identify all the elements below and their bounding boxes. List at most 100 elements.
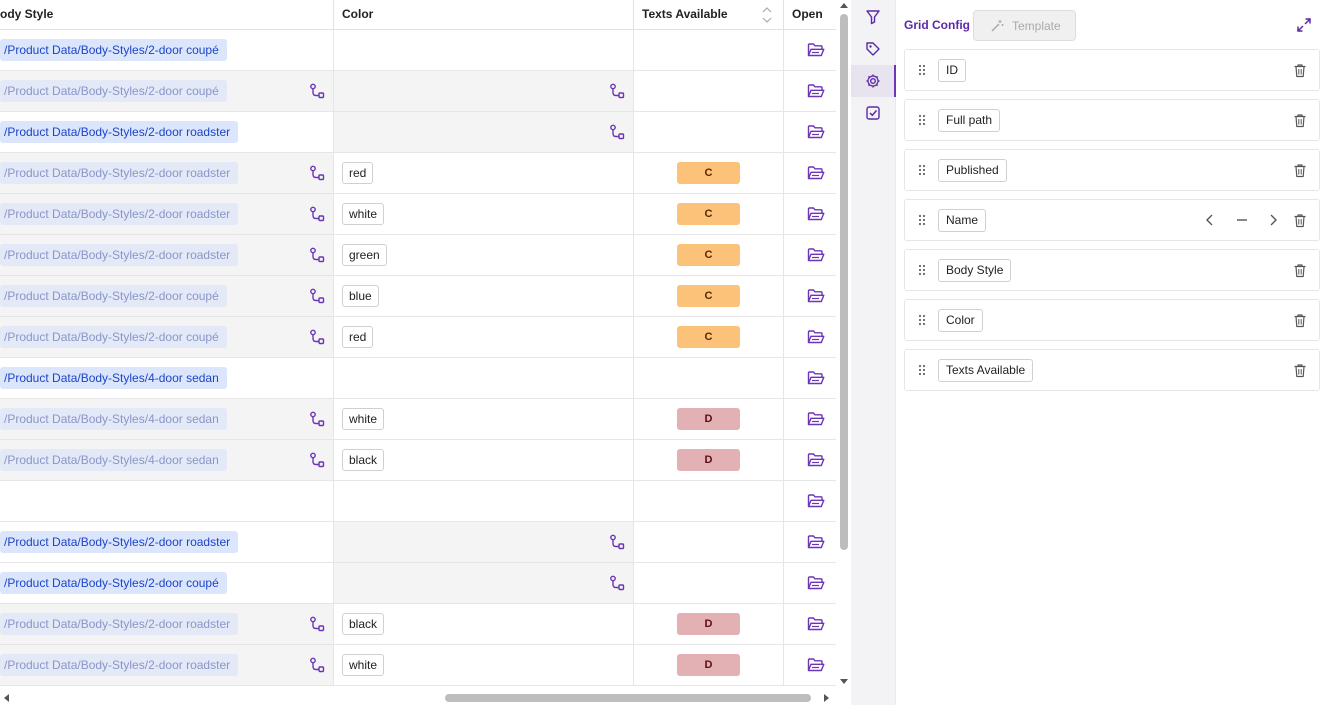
drag-handle-icon[interactable] [918,64,926,76]
body-style-cell[interactable]: /Product Data/Body-Styles/2-door coupé [0,30,334,70]
config-field-row[interactable]: Color [904,299,1320,341]
color-cell[interactable]: white [334,399,634,439]
texts-available-cell[interactable] [634,563,784,603]
body-style-path-tag[interactable]: /Product Data/Body-Styles/2-door roadste… [0,244,239,266]
body-style-path-tag[interactable]: /Product Data/Body-Styles/2-door coupé [0,326,227,348]
folder-open-icon[interactable] [807,42,825,58]
config-field-row[interactable]: Texts Available [904,349,1320,391]
color-cell[interactable] [334,358,634,398]
body-style-path-tag[interactable]: /Product Data/Body-Styles/4-door sedan [0,367,227,389]
folder-open-icon[interactable] [807,411,825,427]
config-field-row[interactable]: ID [904,49,1320,91]
config-field-row[interactable]: Name [904,199,1320,241]
scroll-right-arrow-icon[interactable] [824,694,829,702]
color-cell[interactable] [334,563,634,603]
color-cell[interactable] [334,71,634,111]
body-style-path-tag[interactable]: /Product Data/Body-Styles/4-door sedan [0,449,227,471]
table-row[interactable]: /Product Data/Body-Styles/4-door sedan [0,358,836,399]
tag-button[interactable] [851,33,896,65]
table-row[interactable]: /Product Data/Body-Styles/2-door coupé [0,563,836,604]
table-row[interactable]: /Product Data/Body-Styles/2-door coupé bl… [0,276,836,317]
texts-available-cell[interactable]: D [634,604,784,644]
table-row[interactable]: /Product Data/Body-Styles/2-door roadste… [0,153,836,194]
table-row[interactable]: /Product Data/Body-Styles/2-door coupé [0,71,836,112]
texts-available-cell[interactable]: D [634,645,784,685]
color-cell[interactable]: red [334,153,634,193]
table-row[interactable]: /Product Data/Body-Styles/2-door roadste… [0,604,836,645]
column-header-body-style[interactable]: ody Style [0,0,334,30]
trash-icon[interactable] [1293,63,1307,78]
body-style-cell[interactable]: /Product Data/Body-Styles/2-door roadste… [0,645,334,685]
texts-available-cell[interactable] [634,112,784,152]
body-style-cell[interactable]: /Product Data/Body-Styles/2-door coupé [0,317,334,357]
table-row[interactable]: /Product Data/Body-Styles/2-door roadste… [0,194,836,235]
table-row[interactable]: /Product Data/Body-Styles/2-door roadste… [0,235,836,276]
folder-open-icon[interactable] [807,288,825,304]
drag-handle-icon[interactable] [918,314,926,326]
chevron-left-icon[interactable] [1204,214,1216,226]
trash-icon[interactable] [1293,263,1307,278]
color-cell[interactable]: black [334,604,634,644]
body-style-cell[interactable]: /Product Data/Body-Styles/2-door coupé [0,563,334,603]
body-style-cell[interactable]: /Product Data/Body-Styles/2-door roadste… [0,112,334,152]
trash-icon[interactable] [1293,313,1307,328]
texts-available-cell[interactable] [634,30,784,70]
color-cell[interactable] [334,30,634,70]
minus-icon[interactable] [1236,214,1248,226]
body-style-path-tag[interactable]: /Product Data/Body-Styles/2-door coupé [0,80,227,102]
table-row[interactable]: /Product Data/Body-Styles/4-door sedan bl… [0,440,836,481]
column-header-color[interactable]: Color [334,0,634,30]
column-header-texts-available[interactable]: Texts Available [634,0,784,30]
texts-available-cell[interactable]: C [634,317,784,357]
body-style-path-tag[interactable]: /Product Data/Body-Styles/2-door roadste… [0,654,239,676]
body-style-cell[interactable]: /Product Data/Body-Styles/4-door sedan [0,358,334,398]
body-style-cell[interactable]: /Product Data/Body-Styles/4-door sedan [0,440,334,480]
color-cell[interactable] [334,112,634,152]
color-cell[interactable]: black [334,440,634,480]
filter-button[interactable] [851,1,896,33]
body-style-path-tag[interactable]: /Product Data/Body-Styles/4-door sedan [0,408,227,430]
trash-icon[interactable] [1293,113,1307,128]
body-style-cell[interactable] [0,481,334,521]
texts-available-cell[interactable]: C [634,194,784,234]
texts-available-cell[interactable]: C [634,235,784,275]
drag-handle-icon[interactable] [918,364,926,376]
drag-handle-icon[interactable] [918,114,926,126]
body-style-path-tag[interactable]: /Product Data/Body-Styles/2-door roadste… [0,162,239,184]
color-cell[interactable]: blue [334,276,634,316]
column-header-open[interactable]: Open [784,0,836,30]
color-cell[interactable]: white [334,645,634,685]
body-style-path-tag[interactable]: /Product Data/Body-Styles/2-door coupé [0,572,227,594]
color-cell[interactable]: red [334,317,634,357]
config-field-row[interactable]: Published [904,149,1320,191]
drag-handle-icon[interactable] [918,164,926,176]
body-style-cell[interactable]: /Product Data/Body-Styles/2-door coupé [0,71,334,111]
trash-icon[interactable] [1293,213,1307,228]
texts-available-cell[interactable]: C [634,153,784,193]
folder-open-icon[interactable] [807,329,825,345]
body-style-cell[interactable]: /Product Data/Body-Styles/4-door sedan [0,399,334,439]
color-cell[interactable]: green [334,235,634,275]
texts-available-cell[interactable] [634,481,784,521]
body-style-path-tag[interactable]: /Product Data/Body-Styles/2-door coupé [0,285,227,307]
table-row[interactable]: /Product Data/Body-Styles/2-door roadste… [0,522,836,563]
chevron-right-icon[interactable] [1267,214,1279,226]
horizontal-scrollbar[interactable] [0,690,836,705]
trash-icon[interactable] [1293,163,1307,178]
expand-icon[interactable] [1296,17,1312,33]
body-style-path-tag[interactable]: /Product Data/Body-Styles/2-door roadste… [0,531,239,553]
horizontal-scroll-thumb[interactable] [445,694,811,702]
texts-available-cell[interactable]: D [634,399,784,439]
color-cell[interactable] [334,481,634,521]
folder-open-icon[interactable] [807,370,825,386]
template-button[interactable]: Template [973,10,1076,41]
batch-select-button[interactable] [851,97,896,129]
table-row[interactable]: /Product Data/Body-Styles/2-door coupé re… [0,317,836,358]
folder-open-icon[interactable] [807,165,825,181]
texts-available-cell[interactable]: C [634,276,784,316]
scroll-left-arrow-icon[interactable] [4,694,9,702]
table-row[interactable]: /Product Data/Body-Styles/4-door sedan wh… [0,399,836,440]
body-style-path-tag[interactable]: /Product Data/Body-Styles/2-door roadste… [0,121,239,143]
color-cell[interactable] [334,522,634,562]
scroll-up-arrow-icon[interactable] [840,3,848,8]
